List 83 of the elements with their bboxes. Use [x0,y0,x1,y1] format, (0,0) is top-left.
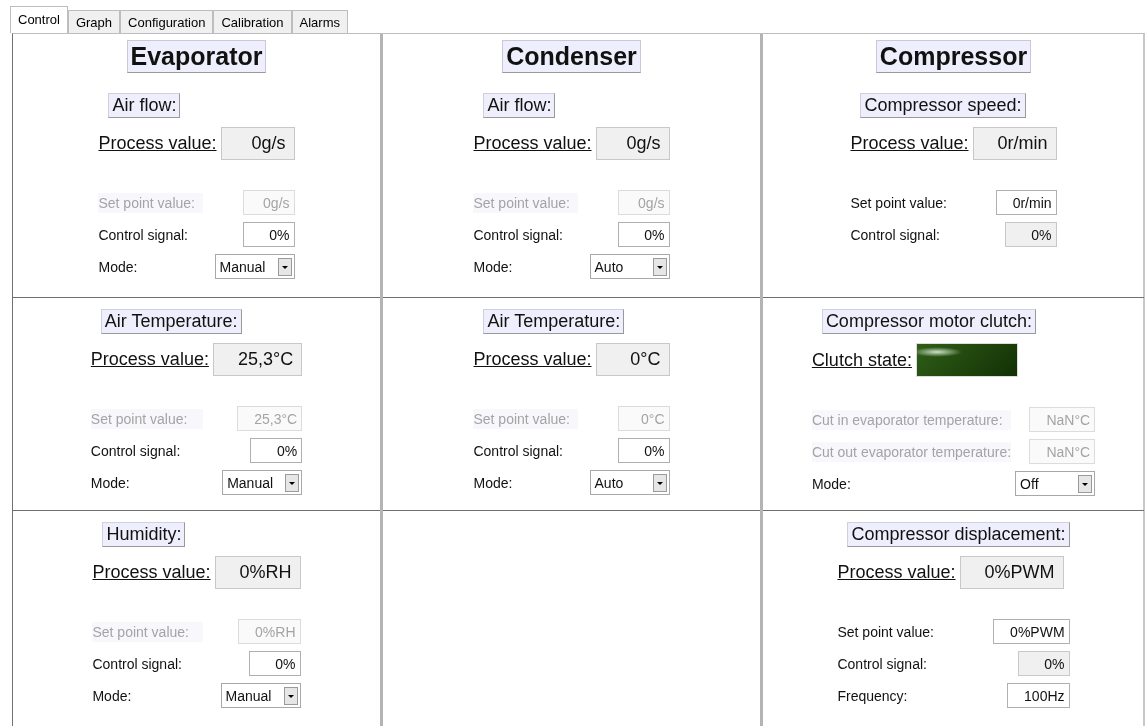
field-label: Cut in evaporator temperature: [811,409,1012,430]
input-field[interactable]: 0% [250,438,303,463]
field-label: Control signal: [473,441,564,461]
readout-field: 0°C [617,406,670,431]
process-value-field: 0g/s [595,127,670,160]
mode-dropdown[interactable]: Manual [222,470,303,495]
field-label: Set point value: [98,192,203,213]
readout-field: 0% [1017,651,1070,676]
process-value-field: 0%PWM [959,556,1064,589]
process-value-label: Process value: [92,562,211,583]
column-heading: Compressor [875,40,1032,73]
mode-dropdown[interactable]: Auto [589,254,670,279]
field-label: Set point value: [837,622,935,642]
field-label: Mode: [811,474,852,494]
caret-icon [283,686,298,705]
field-label: Control signal: [850,225,941,245]
caret-icon [285,473,300,492]
process-value-field: 0g/s [220,127,295,160]
tab[interactable]: Control [10,6,68,33]
input-field[interactable]: 0% [617,222,670,247]
process-value-label: Clutch state: [811,349,912,371]
field-label: Mode: [92,686,133,706]
tab[interactable]: Calibration [213,10,292,33]
caret-icon [1078,474,1093,493]
process-value-field: 25,3°C [212,343,303,376]
field-label: Mode: [473,257,514,277]
field-label: Set point value: [92,621,203,642]
section-title: Air flow: [108,93,181,118]
input-field[interactable]: 0r/min [995,190,1057,215]
field-label: Set point value: [473,192,578,213]
process-value-label: Process value: [837,562,956,583]
field-label: Frequency: [837,686,909,706]
field-label: Cut out evaporator temperature: [811,441,1012,462]
readout-field: NaN°C [1029,439,1096,464]
input-field[interactable]: 0% [242,222,295,247]
field-label: Set point value: [90,408,203,429]
section-title: Compressor speed: [860,93,1026,118]
field-label: Control signal: [473,225,564,245]
process-value-label: Process value: [473,133,592,154]
tab[interactable]: Alarms [291,10,348,33]
process-value-field: 0°C [595,343,670,376]
process-value-field: 0r/min [972,127,1057,160]
section-title: Air Temperature: [483,309,625,334]
input-field[interactable]: 100Hz [1007,683,1070,708]
process-value-label: Process value: [850,133,969,154]
readout-field: 0g/s [617,190,670,215]
readout-field: 0%RH [238,619,301,644]
process-value-label: Process value: [98,133,217,154]
mode-dropdown[interactable]: Off [1015,471,1096,496]
mode-dropdown[interactable]: Auto [589,470,670,495]
field-label: Control signal: [90,441,182,461]
readout-field: 0% [1004,222,1057,247]
tab[interactable]: Graph [67,10,121,33]
mode-dropdown[interactable]: Manual [214,254,295,279]
process-value-field: 0%RH [214,556,301,589]
section-title: Air flow: [483,93,556,118]
readout-field: NaN°C [1029,407,1096,432]
section-title: Air Temperature: [100,309,242,334]
input-field[interactable]: 0% [248,651,301,676]
field-label: Mode: [90,473,131,493]
caret-icon [652,257,667,276]
mode-dropdown[interactable]: Manual [220,683,301,708]
section-title: Compressor displacement: [847,522,1070,547]
field-label: Control signal: [837,654,928,674]
input-field[interactable]: 0%PWM [993,619,1070,644]
readout-field: 25,3°C [237,406,303,431]
field-label: Mode: [98,257,139,277]
field-label: Set point value: [473,408,578,429]
field-label: Mode: [473,473,514,493]
field-label: Control signal: [92,654,183,674]
field-label: Control signal: [98,225,189,245]
process-value-label: Process value: [90,349,209,370]
caret-icon [652,473,667,492]
readout-field: 0g/s [242,190,295,215]
field-label: Set point value: [850,193,948,213]
column-heading: Evaporator [126,40,267,73]
section-title: Humidity: [102,522,186,547]
tab[interactable]: Configuration [120,10,214,33]
input-field[interactable]: 0% [617,438,670,463]
process-value-label: Process value: [473,349,592,370]
column-heading: Condenser [502,40,641,73]
caret-icon [277,257,292,276]
section-title: Compressor motor clutch: [821,309,1036,334]
